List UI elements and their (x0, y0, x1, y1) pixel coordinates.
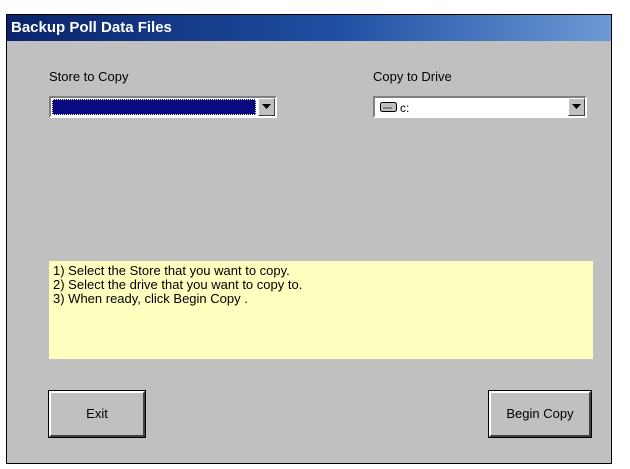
chevron-down-icon (572, 104, 581, 109)
store-label: Store to Copy (49, 69, 129, 84)
drive-select-text: c: (400, 101, 410, 115)
drive-select-value: c: (376, 99, 566, 115)
drive-label: Copy to Drive (373, 69, 452, 84)
begin-copy-button[interactable]: Begin Copy (488, 390, 592, 438)
drive-icon (380, 102, 397, 112)
backup-dialog: Backup Poll Data Files Store to Copy Cop… (6, 14, 612, 464)
drive-dropdown-button[interactable] (568, 98, 585, 116)
instructions-panel: 1) Select the Store that you want to cop… (49, 261, 593, 359)
chevron-down-icon (262, 104, 271, 109)
store-select-value (52, 99, 256, 115)
store-dropdown-button[interactable] (258, 98, 275, 116)
instruction-line: 3) When ready, click Begin Copy . (53, 291, 248, 306)
instruction-line: 1) Select the Store that you want to cop… (53, 263, 290, 278)
drive-select[interactable]: c: (373, 96, 587, 118)
window-title: Backup Poll Data Files (7, 15, 611, 41)
store-select[interactable] (49, 96, 277, 118)
exit-button[interactable]: Exit (48, 390, 146, 438)
instruction-line: 2) Select the drive that you want to cop… (53, 277, 303, 292)
